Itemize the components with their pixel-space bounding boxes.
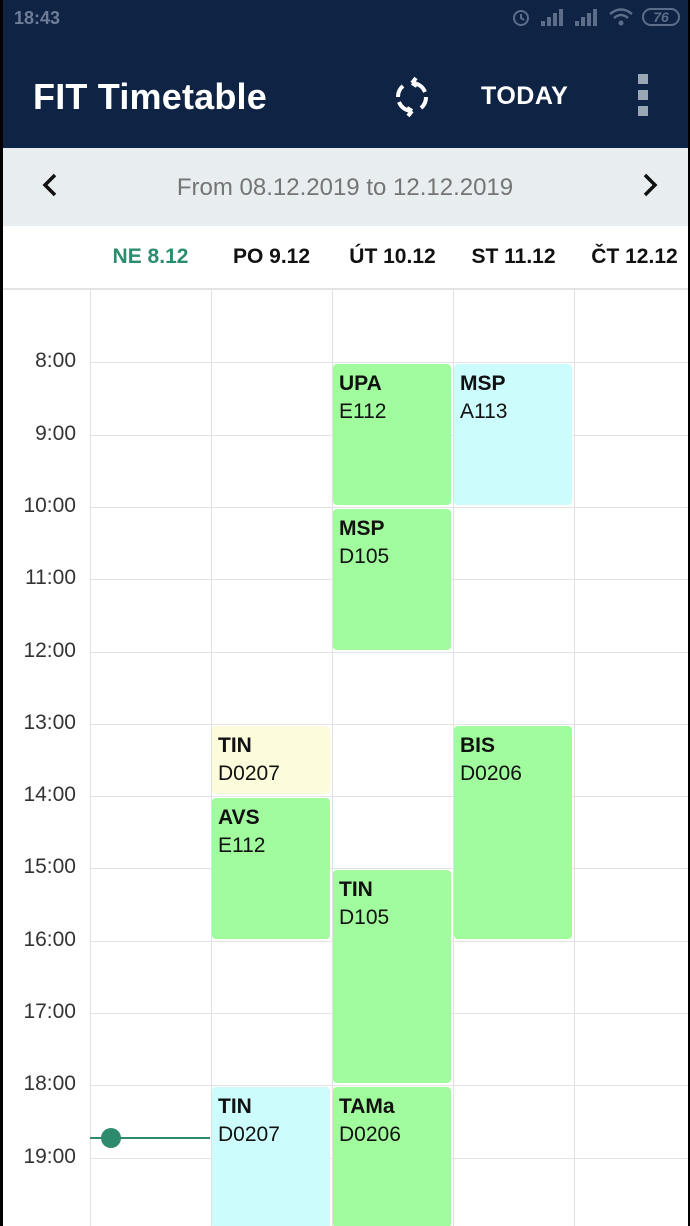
- grid-hour-line: [90, 507, 690, 508]
- event-code: MSP: [339, 517, 385, 540]
- event-code: MSP: [460, 372, 506, 395]
- event-room: D0206: [460, 762, 522, 785]
- event-card[interactable]: TIN D105: [333, 870, 451, 1083]
- event-room: D105: [339, 906, 390, 929]
- event-card[interactable]: MSP A113: [454, 364, 572, 505]
- event-code: BIS: [460, 734, 496, 757]
- battery-icon: 76: [642, 8, 680, 26]
- grid-hour-line: [90, 1085, 690, 1086]
- event-card[interactable]: TAMa D0206: [333, 1087, 451, 1226]
- grid-hour-line: [90, 868, 690, 869]
- event-code: UPA: [339, 372, 382, 395]
- signal-icon-2: [575, 9, 597, 26]
- day-header-2[interactable]: ÚT 10.12: [332, 245, 453, 269]
- timetable-grid[interactable]: 8:00 9:00 10:00 11:00 12:00 13:00 14:00 15:00 16…: [0, 290, 690, 1226]
- event-code: TIN: [218, 734, 252, 757]
- grid-hour-line: [90, 724, 690, 725]
- wifi-icon: [609, 8, 633, 26]
- hour-label: 9:00: [35, 422, 76, 445]
- event-room: D0207: [218, 1123, 280, 1146]
- screen-edge-left: [0, 0, 3, 1226]
- day-header-3[interactable]: ST 11.12: [453, 245, 574, 269]
- overflow-menu-icon[interactable]: [636, 72, 650, 118]
- current-time-dot: [101, 1128, 121, 1148]
- hour-label: 19:00: [23, 1145, 76, 1168]
- hour-label: 18:00: [23, 1072, 76, 1095]
- status-time: 18:43: [14, 8, 61, 28]
- hour-label: 17:00: [23, 1000, 76, 1023]
- hour-label: 16:00: [23, 928, 76, 951]
- event-code: TAMa: [339, 1095, 395, 1118]
- day-header-4[interactable]: ČT 12.12: [574, 245, 690, 269]
- hour-label: 11:00: [25, 566, 76, 589]
- status-icons: 76: [510, 6, 680, 28]
- event-code: TIN: [218, 1095, 252, 1118]
- event-code: AVS: [218, 806, 260, 829]
- hour-label: 10:00: [23, 494, 76, 517]
- status-bar: 18:43 76: [0, 0, 690, 38]
- event-card[interactable]: AVS E112: [212, 798, 330, 939]
- grid-hour-line: [90, 652, 690, 653]
- app-bar: FIT Timetable TODAY: [0, 38, 690, 148]
- event-room: D0206: [339, 1123, 401, 1146]
- date-range-bar: From 08.12.2019 to 12.12.2019: [0, 148, 690, 226]
- day-header: NE 8.12 PO 9.12 ÚT 10.12 ST 11.12 ČT 12.…: [0, 226, 690, 290]
- event-room: E112: [339, 400, 387, 423]
- hour-label: 15:00: [23, 855, 76, 878]
- hour-label: 12:00: [23, 639, 76, 662]
- event-room: D0207: [218, 762, 280, 785]
- battery-level: 76: [653, 9, 669, 25]
- grid-hour-line: [90, 796, 690, 797]
- alarm-icon: [513, 10, 529, 26]
- event-card[interactable]: UPA E112: [333, 364, 451, 505]
- refresh-icon[interactable]: [389, 74, 435, 120]
- event-room: A113: [460, 400, 508, 423]
- grid-hour-line: [90, 362, 690, 363]
- day-header-1[interactable]: PO 9.12: [211, 245, 332, 269]
- chevron-right-icon[interactable]: [634, 170, 664, 200]
- hour-label: 13:00: [23, 711, 76, 734]
- day-header-0[interactable]: NE 8.12: [90, 245, 211, 269]
- hour-label: 14:00: [23, 783, 76, 806]
- hour-label: 8:00: [35, 349, 76, 372]
- today-button[interactable]: TODAY: [481, 82, 568, 111]
- event-card[interactable]: TIN D0207: [212, 726, 330, 794]
- event-room: D105: [339, 545, 390, 568]
- event-card[interactable]: TIN D0207: [212, 1087, 330, 1226]
- event-code: TIN: [339, 878, 373, 901]
- event-card[interactable]: MSP D105: [333, 509, 451, 650]
- event-card[interactable]: BIS D0206: [454, 726, 572, 939]
- date-range-text: From 08.12.2019 to 12.12.2019: [176, 174, 514, 201]
- signal-icon: [541, 9, 563, 26]
- app-title: FIT Timetable: [33, 76, 267, 117]
- event-room: E112: [218, 834, 266, 857]
